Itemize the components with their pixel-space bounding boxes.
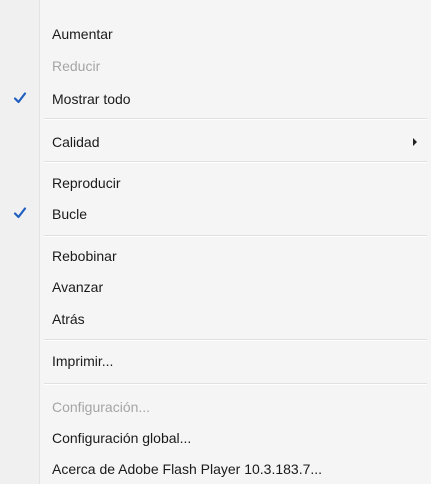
checkmark-icon — [13, 207, 27, 219]
menu-item-label: Atrás — [52, 311, 85, 327]
menu-item-label: Acerca de Adobe Flash Player 10.3.183.7.… — [52, 461, 323, 477]
menu-item-reducir: Reducir — [0, 51, 431, 81]
menu-item-label: Avanzar — [52, 279, 104, 295]
menu-item-atras[interactable]: Atrás — [0, 304, 431, 334]
menu-item-label: Configuración... — [52, 399, 151, 415]
menu-item-acerca-de[interactable]: Acerca de Adobe Flash Player 10.3.183.7.… — [0, 454, 431, 484]
menu-item-label: Imprimir... — [52, 353, 114, 369]
menu-item-imprimir[interactable]: Imprimir... — [0, 346, 431, 376]
menu-item-label: Rebobinar — [52, 248, 117, 264]
menu-item-label: Reducir — [52, 58, 101, 74]
menu-separator — [44, 339, 427, 341]
menu-item-label: Reproducir — [52, 175, 121, 191]
menu-item-label: Calidad — [52, 134, 100, 150]
menu-item-avanzar[interactable]: Avanzar — [0, 272, 431, 302]
menu-item-aumentar[interactable]: Aumentar — [0, 19, 431, 49]
menu-item-mostrar-todo[interactable]: Mostrar todo — [0, 84, 431, 114]
menu-item-label: Configuración global... — [52, 430, 192, 446]
menu-item-configuracion: Configuración... — [0, 392, 431, 422]
menu-item-configuracion-global[interactable]: Configuración global... — [0, 423, 431, 453]
menu-separator — [44, 118, 427, 120]
menu-item-bucle[interactable]: Bucle — [0, 199, 431, 229]
context-menu: Aumentar Reducir Mostrar todo Calidad Re… — [0, 0, 431, 484]
checkmark-icon — [13, 92, 27, 104]
menu-separator — [44, 383, 427, 385]
menu-item-rebobinar[interactable]: Rebobinar — [0, 241, 431, 271]
chevron-right-icon — [413, 138, 417, 146]
menu-item-calidad[interactable]: Calidad — [0, 127, 431, 157]
menu-separator — [44, 161, 427, 163]
menu-separator — [44, 235, 427, 237]
menu-item-label: Mostrar todo — [52, 91, 131, 107]
menu-item-label: Bucle — [52, 206, 88, 222]
menu-item-reproducir[interactable]: Reproducir — [0, 168, 431, 198]
menu-item-label: Aumentar — [52, 26, 113, 42]
